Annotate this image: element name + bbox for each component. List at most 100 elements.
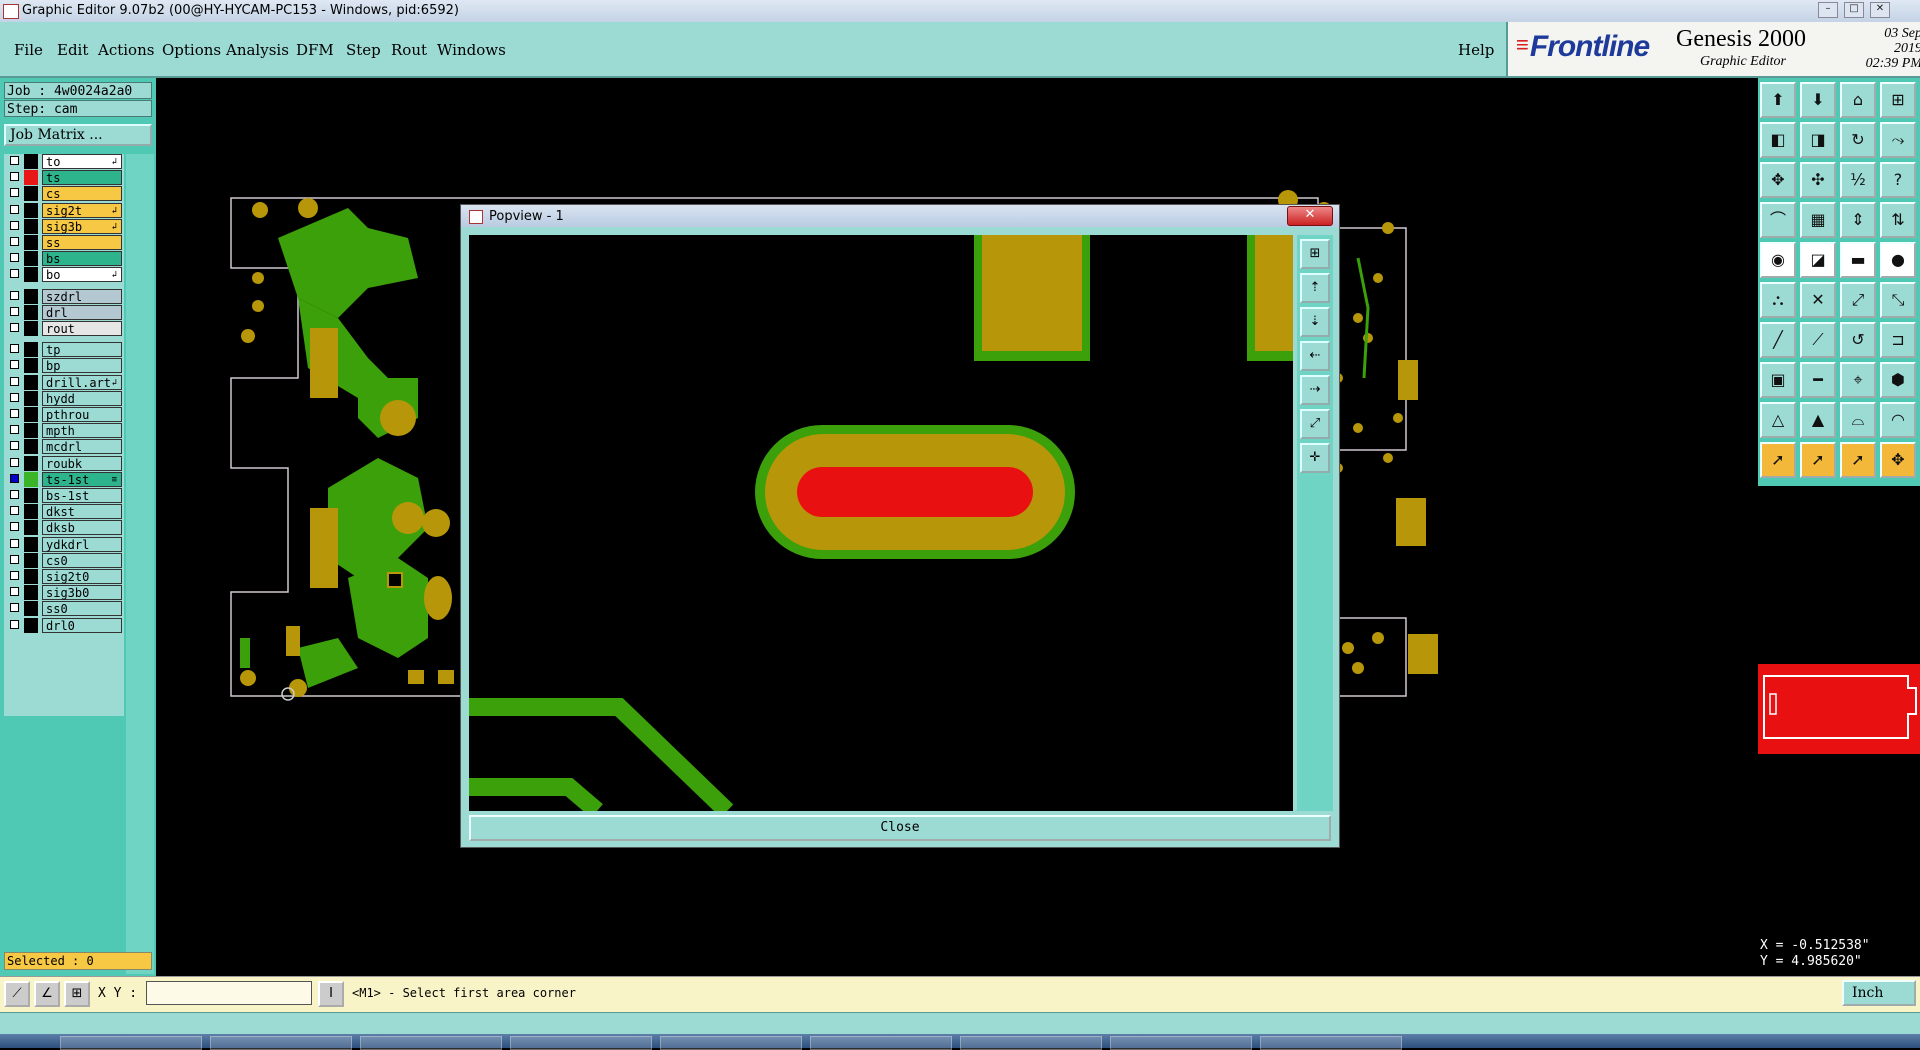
layer-row[interactable]: tp (6, 342, 124, 358)
layer-row[interactable]: drill.art ↲ (6, 374, 124, 390)
layer-name[interactable]: ts (42, 170, 122, 186)
edit-pad-icon[interactable]: ▣ (1760, 362, 1796, 398)
layer-name[interactable]: bs (42, 251, 122, 267)
zoom-center-icon[interactable]: ✣ (1800, 162, 1836, 198)
pointer-plus-icon[interactable]: ➚ (1840, 442, 1876, 478)
layer-name[interactable]: szdrl (42, 288, 122, 304)
xy-input[interactable] (146, 981, 312, 1005)
window-grid-icon[interactable]: ⊞ (1880, 82, 1916, 118)
layer-name[interactable]: to ↲ (42, 154, 122, 169)
layer-row[interactable]: dksb (6, 520, 124, 536)
redraw-icon[interactable]: ↻ (1840, 122, 1876, 158)
layer-checkbox[interactable] (10, 290, 19, 300)
input-mode-icon[interactable]: I (318, 981, 344, 1007)
menu-windows[interactable]: Windows (437, 41, 506, 59)
popview-close-button[interactable]: Close (469, 815, 1331, 841)
diagonal-icon[interactable]: ⟋ (1800, 322, 1836, 358)
layer-checkbox[interactable] (10, 506, 19, 516)
home-down-icon[interactable]: ⬇ (1800, 82, 1836, 118)
layer-name[interactable]: drl (42, 304, 122, 320)
popview-fit-icon[interactable]: ⤢ (1300, 409, 1330, 439)
layer-color-swatch[interactable] (24, 471, 38, 487)
menu-options[interactable]: Options (162, 41, 221, 59)
layer-name[interactable]: dkst (42, 504, 122, 520)
layer-color-swatch[interactable] (24, 488, 38, 503)
menu-analysis[interactable]: Analysis (226, 41, 289, 59)
dome-icon[interactable]: ◠ (1880, 402, 1916, 438)
layer-row[interactable]: pthrou (6, 407, 124, 422)
layer-checkbox[interactable] (10, 237, 19, 246)
popview-zoom-icon[interactable]: ⊞ (1300, 239, 1330, 269)
line-icon[interactable]: ╱ (1760, 322, 1796, 358)
layer-name[interactable]: ydkdrl (42, 536, 122, 552)
layer-color-swatch[interactable] (24, 569, 38, 584)
layer-swap-icon[interactable]: ⇅ (1880, 202, 1916, 238)
layer-name[interactable]: bs-1st (42, 488, 122, 503)
menu-rout[interactable]: Rout (391, 41, 427, 59)
minimize-button[interactable]: – (1818, 2, 1838, 18)
layer-name[interactable]: roubk (42, 455, 122, 471)
layer-color-swatch[interactable] (24, 170, 38, 186)
layer-checkbox[interactable] (10, 457, 19, 467)
menu-step[interactable]: Step (346, 41, 381, 59)
pan-left-icon[interactable]: ◧ (1760, 122, 1796, 158)
pad-icon[interactable]: ◉ (1760, 242, 1796, 278)
layer-checkbox[interactable] (10, 172, 19, 182)
grid-mode-icon[interactable]: ⊞ (64, 981, 90, 1007)
layer-checkbox[interactable] (10, 473, 19, 483)
layer-name[interactable]: sig3b0 (42, 585, 122, 601)
layer-row[interactable]: roubk (6, 455, 124, 471)
layer-color-swatch[interactable] (24, 154, 38, 169)
popview-canvas[interactable] (469, 235, 1307, 818)
layer-name[interactable]: drill.art ↲ (42, 374, 122, 390)
snap-mode-icon[interactable]: ⟋ (4, 981, 30, 1007)
layer-checkbox[interactable] (10, 522, 19, 532)
triangle-icon[interactable]: △ (1760, 402, 1796, 438)
layer-row[interactable]: ydkdrl (6, 536, 124, 552)
layer-checkbox[interactable] (10, 269, 19, 279)
layer-checkbox[interactable] (10, 204, 19, 214)
arch-icon[interactable]: ⌓ (1840, 402, 1876, 438)
layer-name[interactable]: hydd (42, 390, 122, 406)
window-title-bar[interactable]: Graphic Editor 9.07b2 (00@HY-HYCAM-PC153… (0, 0, 1920, 23)
layer-name[interactable]: dksb (42, 520, 122, 536)
arc-icon[interactable]: ↺ (1840, 322, 1876, 358)
layer-row[interactable]: drl0 (6, 617, 124, 633)
layer-color-swatch[interactable] (24, 374, 38, 390)
layer-row[interactable]: ts-1st ≡ (6, 471, 124, 487)
layer-color-swatch[interactable] (24, 218, 38, 234)
layer-checkbox[interactable] (10, 441, 19, 451)
layer-color-swatch[interactable] (24, 186, 38, 202)
pointer-move-icon[interactable]: ✥ (1880, 442, 1916, 478)
layer-name[interactable]: sig2t ↲ (42, 202, 122, 218)
layer-name[interactable]: sig2t0 (42, 569, 122, 584)
menu-actions[interactable]: Actions (98, 41, 154, 59)
layer-checkbox[interactable] (10, 587, 19, 597)
layer-color-swatch[interactable] (24, 504, 38, 520)
surface-icon[interactable]: ◪ (1800, 242, 1836, 278)
layer-name[interactable]: mcdrl (42, 439, 122, 455)
layer-name[interactable]: ts-1st ≡ (42, 471, 122, 487)
layer-checkbox[interactable] (10, 571, 19, 580)
layer-row[interactable]: ss0 (6, 601, 124, 617)
grid-icon[interactable]: ▦ (1800, 202, 1836, 238)
ruler-icon[interactable]: ▬ (1840, 242, 1876, 278)
layer-color-swatch[interactable] (24, 536, 38, 552)
dash-icon[interactable]: ━ (1800, 362, 1836, 398)
layer-color-swatch[interactable] (24, 585, 38, 601)
group-icon[interactable]: ⬢ (1880, 362, 1916, 398)
measure-icon[interactable]: ⌒ (1760, 202, 1796, 238)
layer-color-swatch[interactable] (24, 358, 38, 374)
layer-color-swatch[interactable] (24, 251, 38, 267)
layer-checkbox[interactable] (10, 538, 19, 548)
layer-row[interactable]: dkst (6, 504, 124, 520)
align-icon[interactable]: ⌖ (1840, 362, 1876, 398)
layer-checkbox[interactable] (10, 156, 19, 165)
layer-color-swatch[interactable] (24, 342, 38, 358)
layer-row[interactable]: drl (6, 304, 124, 320)
layer-color-swatch[interactable] (24, 601, 38, 617)
layer-color-swatch[interactable] (24, 235, 38, 250)
scale-icon[interactable]: ½ (1840, 162, 1876, 198)
layer-scrollbar[interactable] (126, 154, 154, 974)
layer-up-icon[interactable]: ⇕ (1840, 202, 1876, 238)
